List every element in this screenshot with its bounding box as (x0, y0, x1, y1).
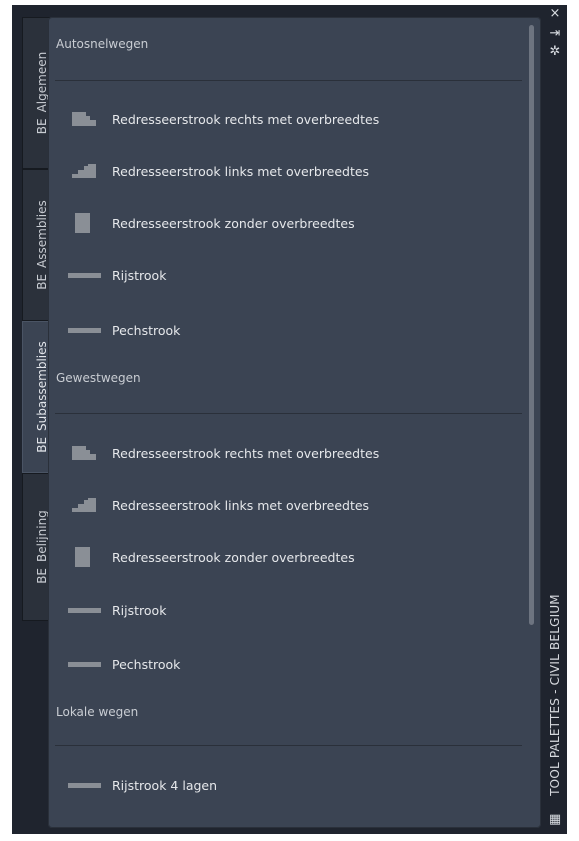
superelevation-left-icon (68, 160, 102, 182)
tool-label: Redresseerstrook links met overbreedtes (112, 497, 370, 513)
tab-label: BE_Subassemblies (35, 341, 49, 453)
palette-content: Autosnelwegen Redresseerstrook rechts me… (48, 17, 541, 828)
tool-label: Rijstrook (112, 602, 167, 618)
tool-label: Pechstrook (112, 322, 181, 338)
tool-label: Rijstrook 4 lagen (112, 777, 218, 793)
tab-label: BE_Algemeen (35, 51, 49, 135)
tool-label: Redresseerstrook zonder overbreedtes (112, 215, 355, 231)
section-divider (55, 80, 522, 81)
tool-label: Redresseerstrook links met overbreedtes (112, 163, 370, 179)
section-header-gewestwegen: Gewestwegen (56, 371, 141, 385)
tool-label: Redresseerstrook rechts met overbreedtes (112, 445, 380, 461)
vertical-scrollbar[interactable] (529, 25, 534, 625)
tool-redresseerstrook-links[interactable]: Redresseerstrook links met overbreedtes (68, 158, 369, 184)
palette-title-bar: × ⇥ ✲ TOOL PALETTES - CIVIL BELGIUM ▦ (543, 5, 567, 834)
tool-pechstrook[interactable]: Pechstrook (68, 651, 180, 677)
tool-redresseerstrook-links[interactable]: Redresseerstrook links met overbreedtes (68, 492, 369, 518)
superelevation-left-icon (68, 494, 102, 516)
section-header-lokale-wegen: Lokale wegen (56, 705, 139, 719)
tool-redresseerstrook-rechts[interactable]: Redresseerstrook rechts met overbreedtes (68, 106, 379, 132)
tool-redresseerstrook-zonder[interactable]: Redresseerstrook zonder overbreedtes (68, 210, 355, 236)
tab-label: BE_Belijning (35, 510, 49, 584)
superelevation-right-icon (68, 442, 102, 464)
tool-rijstrook[interactable]: Rijstrook (68, 597, 166, 623)
tool-label: Redresseerstrook zonder overbreedtes (112, 549, 355, 565)
palette-title: TOOL PALETTES - CIVIL BELGIUM (548, 594, 562, 796)
superelevation-right-icon (68, 108, 102, 130)
close-icon[interactable]: × (547, 7, 563, 21)
tool-label: Rijstrook (112, 267, 167, 283)
properties-icon[interactable]: ✲ (547, 45, 563, 59)
tool-pechstrook[interactable]: Pechstrook (68, 317, 180, 343)
tool-rijstrook[interactable]: Rijstrook (68, 262, 166, 288)
tool-redresseerstrook-zonder[interactable]: Redresseerstrook zonder overbreedtes (68, 544, 355, 570)
tool-label: Pechstrook (112, 656, 181, 672)
section-divider (55, 413, 522, 414)
tool-rijstrook-4-lagen[interactable]: Rijstrook 4 lagen (68, 772, 217, 798)
shoulder-icon (68, 319, 102, 341)
tool-palette-window: BE_Algemeen BE_Assemblies BE_Subassembli… (12, 5, 567, 834)
palette-menu-icon[interactable]: ▦ (547, 813, 563, 827)
lane-icon (68, 774, 102, 796)
shoulder-icon (68, 653, 102, 675)
superelevation-none-icon (68, 546, 102, 568)
tool-redresseerstrook-rechts[interactable]: Redresseerstrook rechts met overbreedtes (68, 440, 379, 466)
lane-icon (68, 264, 102, 286)
section-header-autosnelwegen: Autosnelwegen (56, 37, 149, 51)
auto-hide-icon[interactable]: ⇥ (547, 27, 563, 41)
lane-icon (68, 599, 102, 621)
superelevation-none-icon (68, 212, 102, 234)
tab-label: BE_Assemblies (35, 200, 49, 290)
section-divider (55, 745, 522, 746)
tool-label: Redresseerstrook rechts met overbreedtes (112, 111, 380, 127)
